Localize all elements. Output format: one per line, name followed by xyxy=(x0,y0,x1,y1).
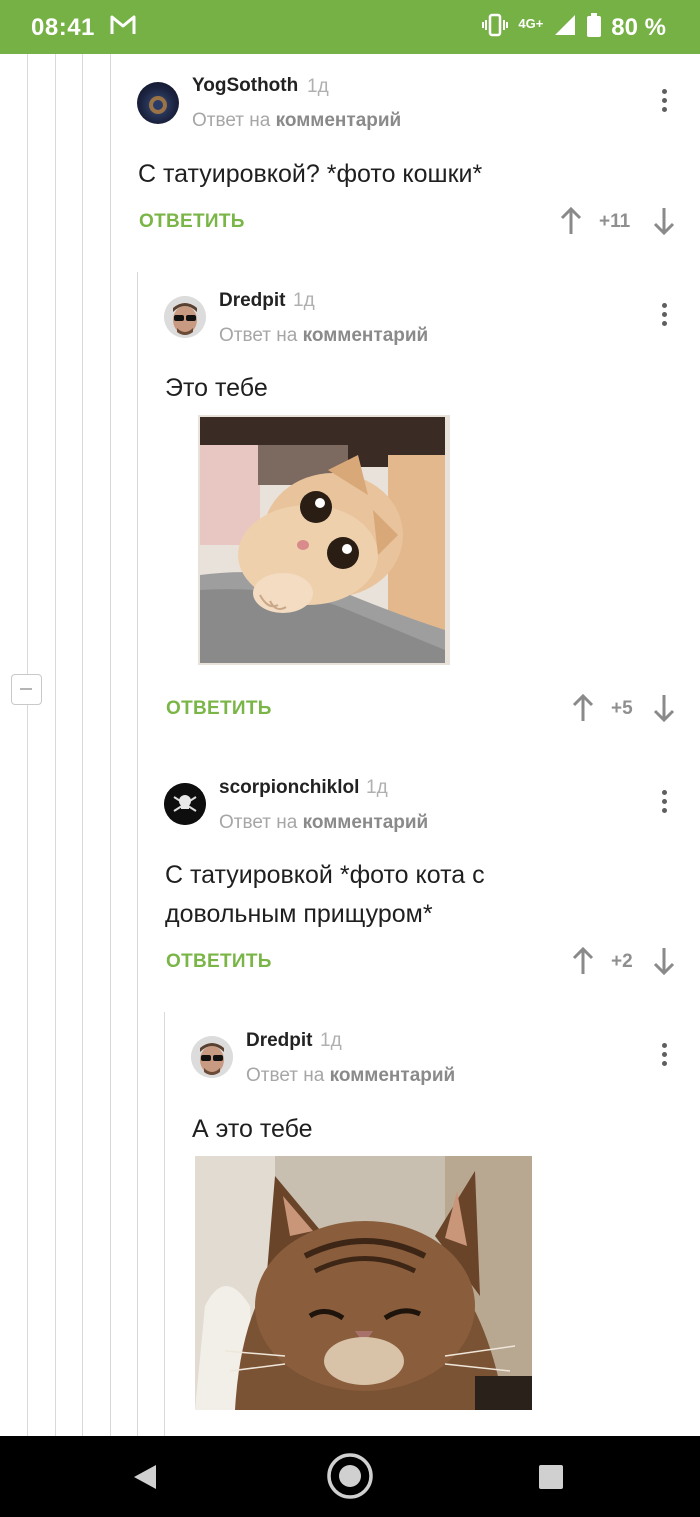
network-type: 4G+ xyxy=(518,15,544,31)
thread-line xyxy=(27,54,28,674)
downvote-arrow-icon[interactable] xyxy=(652,946,676,976)
comment-text: А это тебе xyxy=(192,1115,313,1143)
upvote-arrow-icon[interactable] xyxy=(571,946,595,976)
status-bar: 08:41 4G+ 80 % xyxy=(0,0,700,54)
comment-age: 1д xyxy=(366,777,388,798)
battery-percent: 80 % xyxy=(611,13,666,41)
avatar[interactable] xyxy=(164,783,206,825)
comment-score: +5 xyxy=(611,698,633,719)
home-icon[interactable] xyxy=(325,1451,375,1501)
collapse-thread-button[interactable] xyxy=(11,674,42,705)
status-icons: 4G+ 80 % xyxy=(482,13,666,42)
reply-button[interactable]: ОТВЕТИТЬ xyxy=(166,698,272,720)
reply-to-link[interactable]: комментарий xyxy=(303,812,429,833)
reply-to-label[interactable]: Ответ на комментарий xyxy=(192,110,401,132)
recents-icon[interactable] xyxy=(538,1464,564,1490)
reply-button[interactable]: ОТВЕТИТЬ xyxy=(166,951,272,973)
upvote-arrow-icon[interactable] xyxy=(571,693,595,723)
reply-to-prefix: Ответ на xyxy=(246,1065,325,1086)
comment-age: 1д xyxy=(293,290,315,311)
downvote-arrow-icon[interactable] xyxy=(652,693,676,723)
back-icon[interactable] xyxy=(132,1463,158,1491)
squinting-cat-photo[interactable] xyxy=(195,1156,532,1410)
kitten-photo[interactable] xyxy=(198,415,450,665)
reply-to-label[interactable]: Ответ на комментарий xyxy=(219,812,428,834)
reply-to-link[interactable]: комментарий xyxy=(303,325,429,346)
more-menu-icon[interactable] xyxy=(660,790,668,818)
comment-author[interactable]: YogSothoth xyxy=(192,75,298,97)
reply-to-prefix: Ответ на xyxy=(219,325,298,346)
battery-icon xyxy=(587,13,602,42)
avatar[interactable] xyxy=(191,1036,233,1078)
reply-to-label[interactable]: Ответ на комментарий xyxy=(219,325,428,347)
reply-to-label[interactable]: Ответ на комментарий xyxy=(246,1065,455,1087)
comment-score: +11 xyxy=(599,211,631,232)
reply-to-link[interactable]: комментарий xyxy=(276,110,402,131)
signal-icon xyxy=(553,13,577,42)
comment-text: довольным прищуром* xyxy=(165,900,433,928)
thread-line xyxy=(164,1012,165,1436)
comment-age: 1д xyxy=(320,1030,342,1051)
comment-author[interactable]: Dredpit xyxy=(246,1030,313,1052)
comment-score: +2 xyxy=(611,951,633,972)
comment-age: 1д xyxy=(307,76,329,97)
more-menu-icon[interactable] xyxy=(660,89,668,117)
navigation-bar xyxy=(0,1436,700,1517)
reply-to-prefix: Ответ на xyxy=(192,110,271,131)
thread-line xyxy=(55,54,56,1436)
comment-text: С татуировкой *фото кота с xyxy=(165,861,485,889)
gmail-icon xyxy=(110,14,136,41)
reply-to-link[interactable]: комментарий xyxy=(330,1065,456,1086)
comment-text: С татуировкой? *фото кошки* xyxy=(138,160,483,188)
thread-line xyxy=(110,54,111,1436)
reply-to-prefix: Ответ на xyxy=(219,812,298,833)
thread-line xyxy=(82,54,83,1436)
reply-button[interactable]: ОТВЕТИТЬ xyxy=(139,211,245,233)
comment-author[interactable]: Dredpit xyxy=(219,290,286,312)
status-time: 08:41 xyxy=(31,14,95,41)
more-menu-icon[interactable] xyxy=(660,1043,668,1071)
comment-text: Это тебе xyxy=(165,374,268,402)
upvote-arrow-icon[interactable] xyxy=(559,206,583,236)
avatar[interactable] xyxy=(137,82,179,124)
vibrate-icon xyxy=(482,13,509,42)
comment-author[interactable]: scorpionchiklol xyxy=(219,777,359,799)
more-menu-icon[interactable] xyxy=(660,303,668,331)
thread-line xyxy=(137,272,138,1436)
downvote-arrow-icon[interactable] xyxy=(652,206,676,236)
avatar[interactable] xyxy=(164,296,206,338)
thread-line xyxy=(27,705,28,1436)
